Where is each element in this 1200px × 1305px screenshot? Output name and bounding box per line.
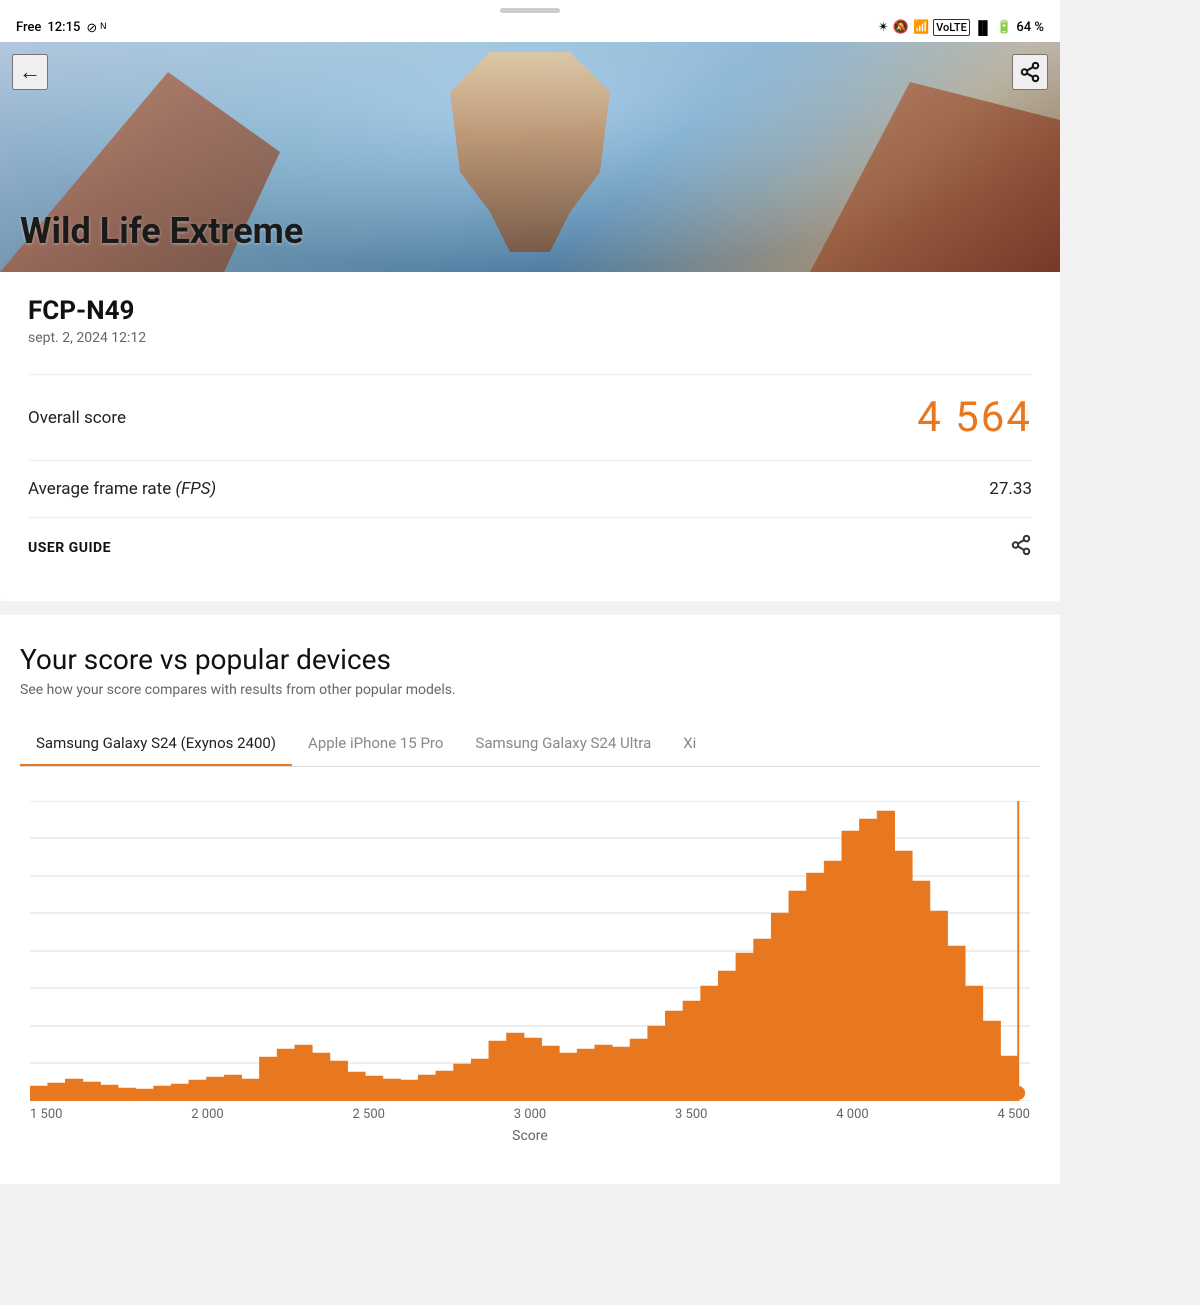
- carrier-label: Free: [16, 20, 41, 35]
- battery-icon: 🔋: [996, 20, 1012, 35]
- tab-xi[interactable]: Xi: [667, 722, 712, 767]
- volte-icon: VoLTE: [933, 19, 970, 36]
- share-button-hero[interactable]: [1012, 54, 1048, 90]
- status-bar: Free 12:15 ⊘ ᴺ ✴ 🔕 📶 VoLTE ▐▌ 🔋 64 %: [0, 13, 1060, 42]
- hero-banner: ← Wild Life Extreme: [0, 42, 1060, 272]
- main-card: FCP-N49 sept. 2, 2024 12:12 Overall scor…: [0, 272, 1060, 601]
- chart-container: 1 500 2 000 2 500 3 000 3 500 4 000 4 50…: [20, 791, 1040, 1184]
- tabs-container: Samsung Galaxy S24 (Exynos 2400) Apple i…: [20, 722, 1040, 767]
- handle-bar: [500, 8, 560, 13]
- overall-score-label: Overall score: [28, 408, 126, 428]
- battery-label: 64 %: [1016, 20, 1044, 35]
- tab-samsung-s24[interactable]: Samsung Galaxy S24 (Exynos 2400): [20, 722, 292, 767]
- user-guide-label: USER GUIDE: [28, 540, 111, 556]
- fps-label-unit: (FPS): [175, 479, 216, 499]
- share-icon-hero: [1019, 61, 1041, 83]
- top-handle: [0, 0, 1060, 13]
- chart-area: [30, 801, 1030, 1101]
- current-score-dot: [1011, 1086, 1025, 1100]
- x-tick-1500: 1 500: [30, 1107, 62, 1122]
- status-left: Free 12:15 ⊘ ᴺ: [16, 20, 106, 36]
- comparison-subtitle: See how your score compares with results…: [20, 682, 1040, 698]
- test-date: sept. 2, 2024 12:12: [28, 330, 1032, 346]
- section-divider: [0, 601, 1060, 615]
- overall-score-row: Overall score 4 564: [28, 374, 1032, 460]
- comparison-section: Your score vs popular devices See how yo…: [0, 615, 1060, 1184]
- tab-samsung-s24-ultra[interactable]: Samsung Galaxy S24 Ultra: [459, 722, 667, 767]
- x-axis-label: Score: [20, 1128, 1040, 1144]
- histogram-chart: [30, 801, 1030, 1101]
- fps-label-text: Average frame rate: [28, 479, 175, 499]
- wifi-icon: 📶: [913, 20, 929, 35]
- user-guide-row[interactable]: USER GUIDE: [28, 517, 1032, 577]
- x-axis-labels: 1 500 2 000 2 500 3 000 3 500 4 000 4 50…: [20, 1101, 1040, 1122]
- comparison-title: Your score vs popular devices: [20, 643, 1040, 676]
- overall-score-value: 4 564: [917, 393, 1032, 442]
- fps-label: Average frame rate (FPS): [28, 479, 216, 499]
- bluetooth-icon: ✴: [878, 20, 889, 35]
- x-tick-4500: 4 500: [998, 1107, 1030, 1122]
- fps-row: Average frame rate (FPS) 27.33: [28, 460, 1032, 517]
- signal-bars-icon: ▐▌: [974, 20, 992, 36]
- hero-title: Wild Life Extreme: [0, 194, 323, 272]
- x-tick-3000: 3 000: [514, 1107, 546, 1122]
- back-button[interactable]: ←: [12, 54, 48, 90]
- time-label: 12:15: [47, 20, 80, 35]
- device-name: FCP-N49: [28, 296, 1032, 326]
- status-right: ✴ 🔕 📶 VoLTE ▐▌ 🔋 64 %: [878, 19, 1044, 36]
- share-icon-card[interactable]: [1010, 534, 1032, 561]
- tab-iphone-15-pro[interactable]: Apple iPhone 15 Pro: [292, 722, 459, 767]
- silent-icon: 🔕: [893, 20, 909, 35]
- x-tick-4000: 4 000: [836, 1107, 868, 1122]
- fps-value: 27.33: [989, 479, 1032, 499]
- x-tick-2500: 2 500: [353, 1107, 385, 1122]
- x-tick-3500: 3 500: [675, 1107, 707, 1122]
- signal-icons: ⊘ ᴺ: [86, 20, 106, 36]
- x-tick-2000: 2 000: [191, 1107, 223, 1122]
